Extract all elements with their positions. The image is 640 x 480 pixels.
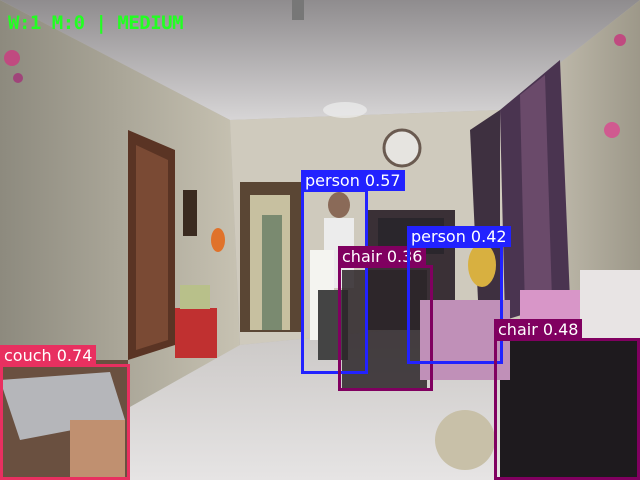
- detection-label: chair 0.48: [494, 319, 583, 340]
- detection-label: person 0.57: [301, 170, 405, 191]
- detection-box-person: person 0.42: [407, 226, 511, 364]
- camera-frame: W:1 M:0 | MEDIUM person 0.57 chair 0.36 …: [0, 0, 640, 480]
- detection-label: couch 0.74: [0, 345, 97, 366]
- detection-label: person 0.42: [407, 226, 511, 247]
- status-overlay-text: W:1 M:0 | MEDIUM: [8, 12, 184, 34]
- detection-box-chair: chair 0.48: [494, 319, 640, 480]
- detection-box-couch: couch 0.74: [0, 345, 130, 480]
